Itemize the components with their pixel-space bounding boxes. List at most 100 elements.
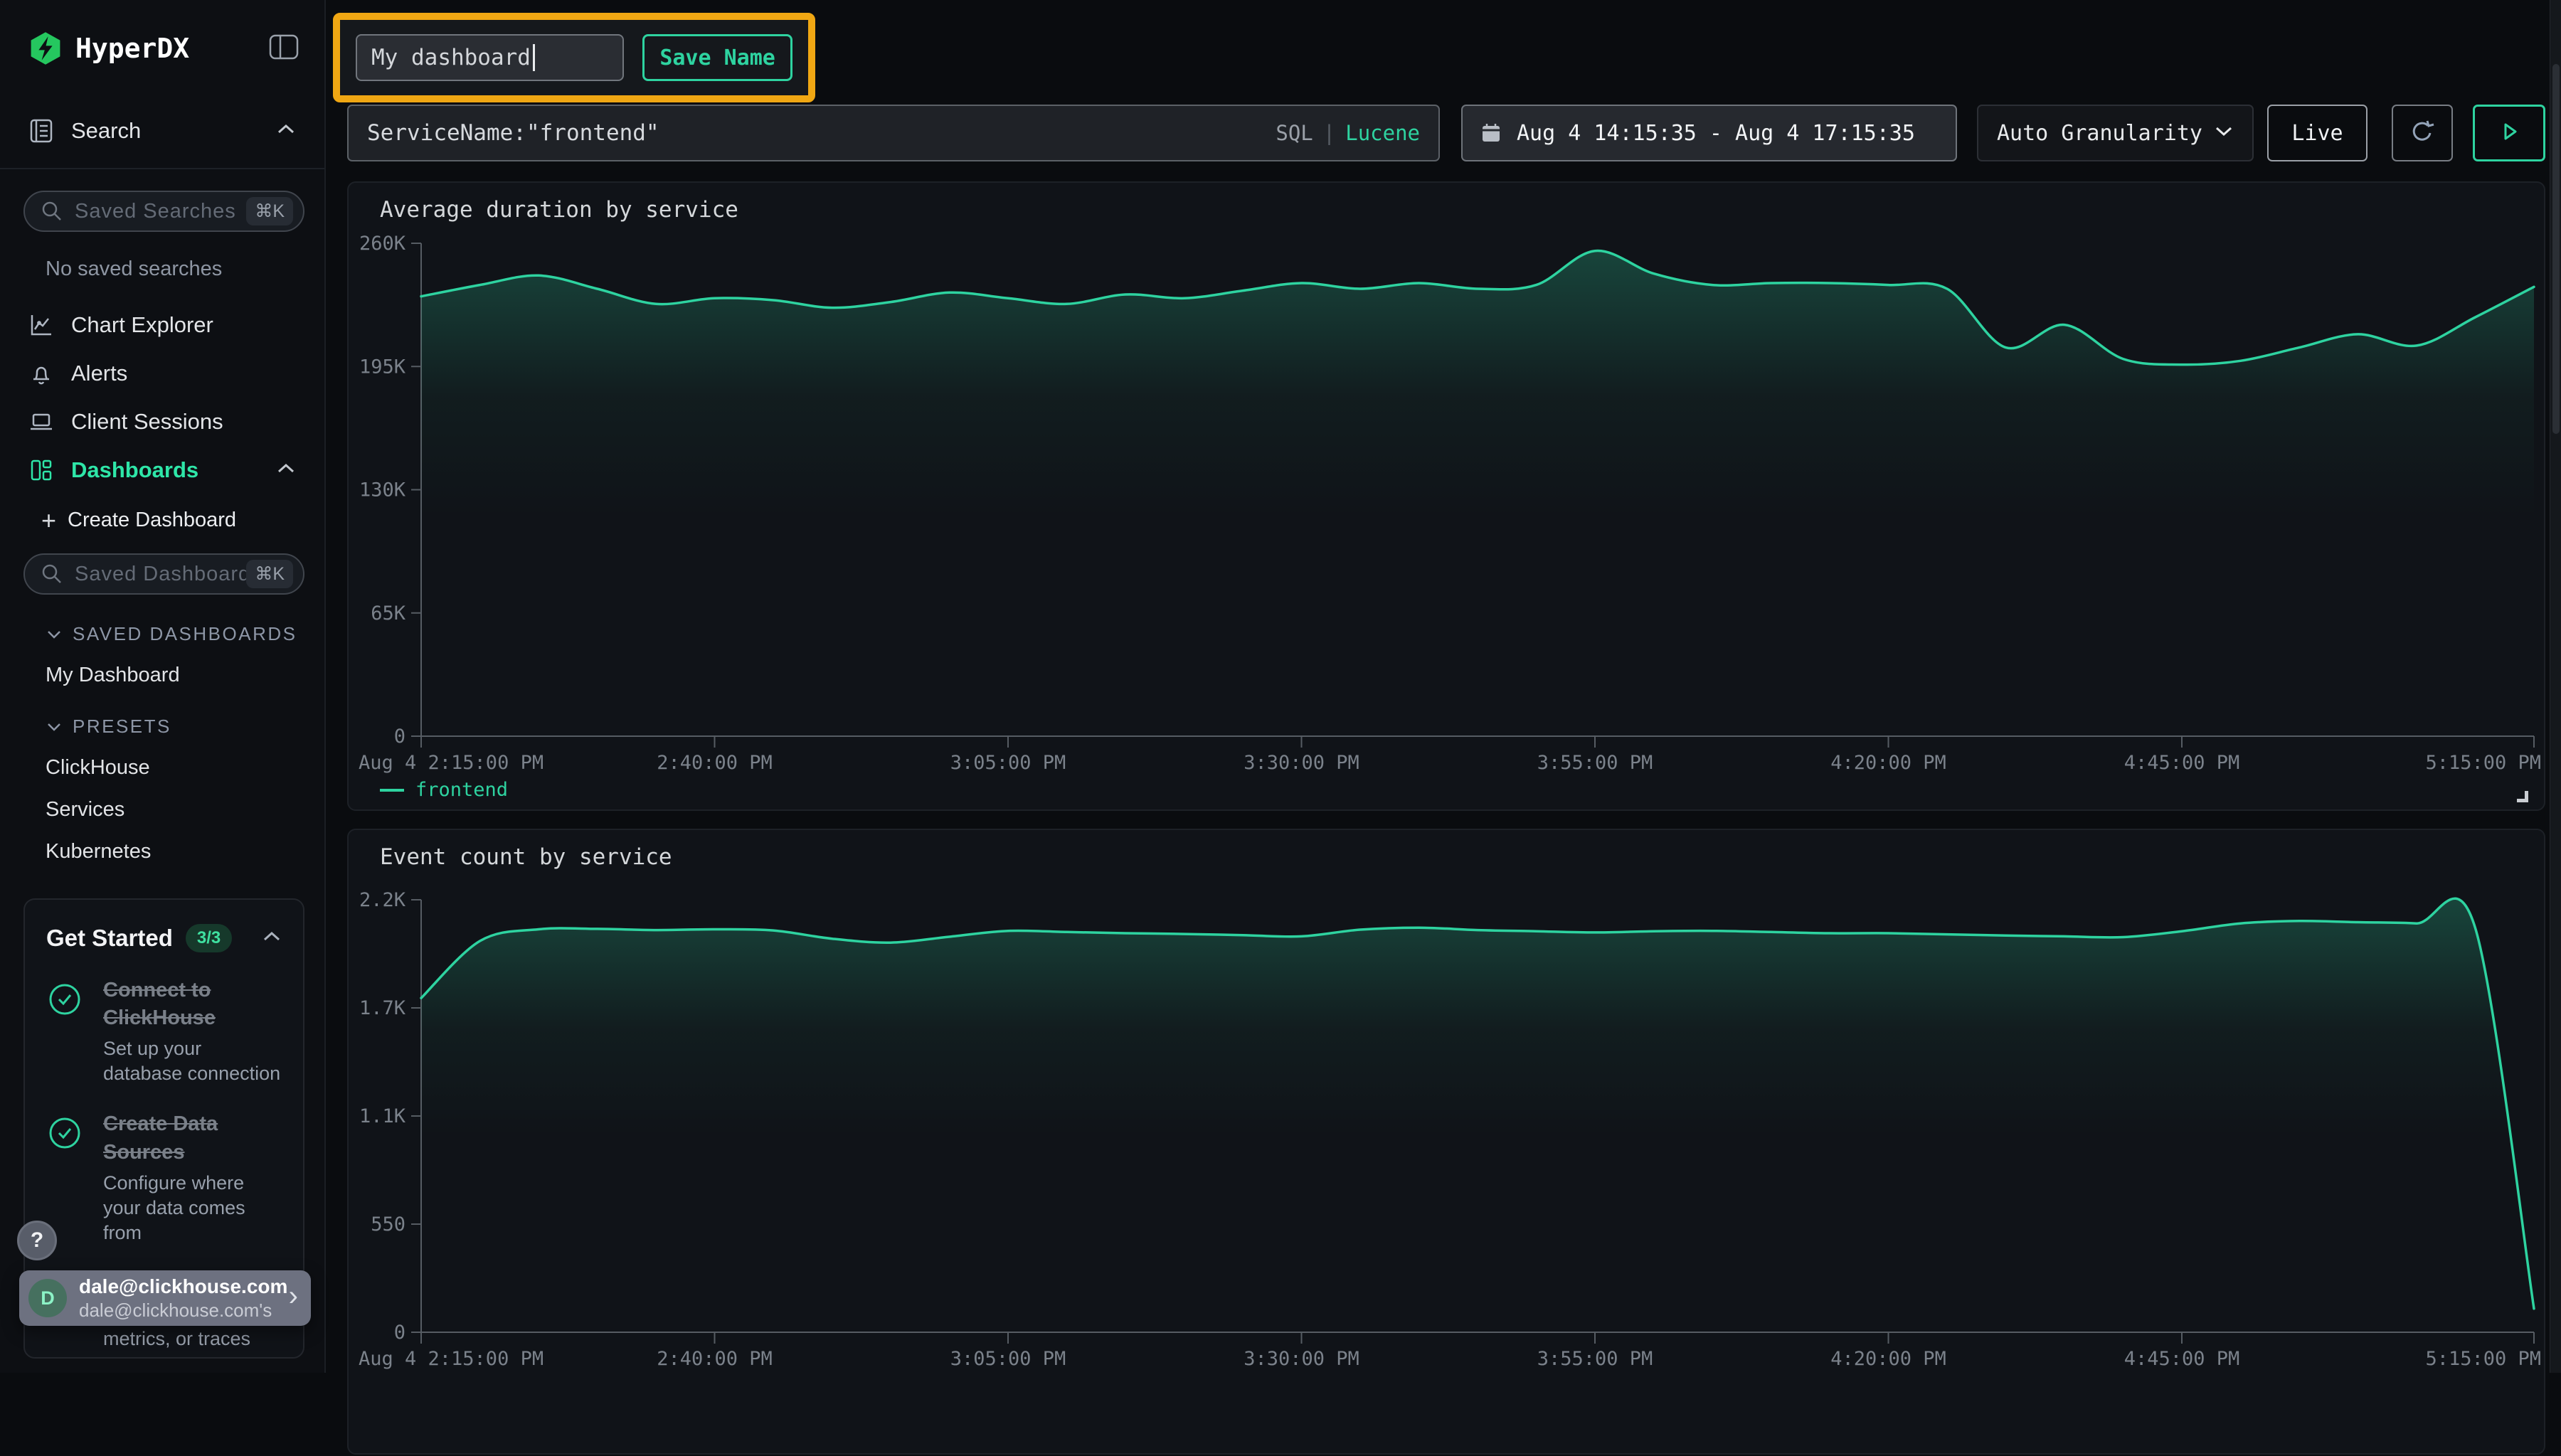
refresh-icon <box>2408 117 2437 149</box>
date-range-value: Aug 4 14:15:35 - Aug 4 17:15:35 <box>1517 121 1915 146</box>
y-tick-label: 130K <box>359 479 406 501</box>
chevron-right-icon: › <box>289 1282 298 1314</box>
preset-item-clickhouse[interactable]: ClickHouse <box>0 756 324 780</box>
panel-resize-handle-icon[interactable] <box>2517 791 2528 802</box>
saved-searches-input[interactable]: Saved Searches ⌘K <box>23 191 304 232</box>
chevron-up-icon[interactable] <box>262 930 282 947</box>
lucene-mode-toggle[interactable]: Lucene <box>1345 121 1420 145</box>
granularity-select[interactable]: Auto Granularity <box>1977 105 2254 161</box>
x-tick-label: 3:30:00 PM <box>1244 752 1359 774</box>
chart-panel-event-count: Event count by service 05501.1K1.7K2.2KA… <box>347 829 2545 1455</box>
x-tick-label: 2:40:00 PM <box>657 752 773 774</box>
magnifier-icon <box>41 563 63 585</box>
get-started-item[interactable]: Connect to ClickHouse Set up your databa… <box>46 977 282 1086</box>
page-scrollbar[interactable] <box>2550 0 2561 1373</box>
sidebar-item-label: Alerts <box>71 361 296 386</box>
y-tick-label: 550 <box>371 1213 405 1236</box>
preset-item-kubernetes[interactable]: Kubernetes <box>0 840 324 863</box>
logo-row: HyperDX <box>0 0 324 65</box>
search-section-icon <box>28 118 57 144</box>
create-dashboard-button[interactable]: + Create Dashboard <box>0 509 324 532</box>
sidebar-item-label: Chart Explorer <box>71 312 296 338</box>
x-tick-label: 4:45:00 PM <box>2124 1348 2240 1370</box>
app-title: HyperDX <box>75 33 269 64</box>
chevron-up-icon[interactable] <box>276 462 296 479</box>
main-content: My dashboard Save Name ServiceName:"fron… <box>327 0 2561 1373</box>
x-tick-label: 3:55:00 PM <box>1537 752 1653 774</box>
x-tick-label: 5:15:00 PM <box>2425 1348 2541 1370</box>
help-button[interactable]: ? <box>17 1221 57 1260</box>
section-saved-dashboards[interactable]: SAVED DASHBOARDS <box>0 623 324 645</box>
x-tick-label: 3:55:00 PM <box>1537 1348 1653 1370</box>
preset-item-services[interactable]: Services <box>0 798 324 822</box>
task-title: Create Data Sources <box>103 1110 282 1166</box>
section-presets[interactable]: PRESETS <box>0 716 324 738</box>
controls-row: ServiceName:"frontend" SQL | Lucene Aug … <box>327 105 2561 161</box>
sidebar-item-dashboards[interactable]: Dashboards <box>0 452 324 489</box>
sidebar-item-label: Search <box>71 118 276 144</box>
sidebar-item-chart-explorer[interactable]: Chart Explorer <box>0 307 324 344</box>
sidebar-item-alerts[interactable]: Alerts <box>0 355 324 392</box>
avatar: D <box>28 1279 67 1317</box>
sidebar-collapse-icon[interactable] <box>269 34 299 63</box>
laptop-icon <box>28 409 57 435</box>
legend-swatch <box>380 789 404 792</box>
date-range-picker[interactable]: Aug 4 14:15:35 - Aug 4 17:15:35 <box>1461 105 1957 161</box>
sidebar: HyperDX Search Saved Searches ⌘K No sav <box>0 0 326 1373</box>
dashboard-name-input[interactable]: My dashboard <box>356 34 624 81</box>
query-text: ServiceName:"frontend" <box>367 120 1276 146</box>
account-subtitle: dale@clickhouse.com's <box>79 1300 289 1322</box>
save-name-button[interactable]: Save Name <box>642 34 792 81</box>
y-tick-label: 65K <box>371 602 406 625</box>
shortcut-badge: ⌘K <box>246 560 293 588</box>
x-tick-label: 4:20:00 PM <box>1830 752 1946 774</box>
saved-dashboard-item[interactable]: My Dashboard <box>0 664 324 687</box>
y-tick-label: 260K <box>359 233 406 255</box>
x-tick-label: 5:15:00 PM <box>2425 752 2541 774</box>
create-dashboard-label: Create Dashboard <box>68 509 236 532</box>
live-button[interactable]: Live <box>2267 105 2368 161</box>
plus-icon: + <box>41 511 56 531</box>
chevron-up-icon[interactable] <box>276 123 296 139</box>
chevron-down-icon <box>2214 125 2234 142</box>
no-saved-searches-text: No saved searches <box>0 257 324 281</box>
task-description: Set up your database connection <box>103 1036 282 1086</box>
refresh-button[interactable] <box>2392 105 2453 161</box>
saved-dashboards-input[interactable]: Saved Dashboards ⌘K <box>23 553 304 595</box>
get-started-progress-badge: 3/3 <box>186 924 232 952</box>
y-tick-label: 2.2K <box>359 889 406 911</box>
bell-icon <box>28 361 57 386</box>
text-caret <box>533 44 535 71</box>
live-label: Live <box>2291 121 2343 146</box>
hyperdx-logo-icon <box>28 31 63 65</box>
check-circle-icon <box>46 977 88 1086</box>
chart-legend[interactable]: frontend <box>380 779 508 801</box>
task-title: Connect to ClickHouse <box>103 977 282 1032</box>
get-started-item[interactable]: Create Data Sources Configure where your… <box>46 1110 282 1245</box>
y-tick-label: 1.7K <box>359 997 406 1019</box>
task-description: Configure where your data comes from <box>103 1171 282 1245</box>
granularity-value: Auto Granularity <box>1997 121 2214 146</box>
y-tick-label: 195K <box>359 356 406 378</box>
series-area-frontend <box>421 251 2534 736</box>
magnifier-icon <box>41 200 63 223</box>
x-tick-label: 3:05:00 PM <box>950 1348 1066 1370</box>
sql-mode-toggle[interactable]: SQL <box>1276 121 1313 145</box>
sidebar-item-search[interactable]: Search <box>0 112 324 149</box>
sidebar-divider <box>0 168 324 169</box>
sidebar-item-client-sessions[interactable]: Client Sessions <box>0 403 324 440</box>
saved-searches-placeholder: Saved Searches <box>75 200 246 223</box>
account-email: dale@clickhouse.com <box>79 1275 289 1298</box>
search-query-input[interactable]: ServiceName:"frontend" SQL | Lucene <box>347 105 1440 161</box>
x-tick-label: 4:20:00 PM <box>1830 1348 1946 1370</box>
shortcut-badge: ⌘K <box>246 197 293 225</box>
scrollbar-thumb[interactable] <box>2552 64 2560 434</box>
dashboards-grid-icon <box>28 457 57 483</box>
dashboard-name-value: My dashboard <box>371 45 531 70</box>
get-started-title: Get Started <box>46 925 173 952</box>
account-card[interactable]: D dale@clickhouse.com dale@clickhouse.co… <box>19 1270 311 1326</box>
x-tick-label: Aug 4 2:15:00 PM <box>359 752 544 774</box>
chart-explorer-icon <box>28 312 57 338</box>
run-query-button[interactable] <box>2473 105 2545 161</box>
chart-panel-avg-duration: Average duration by service 065K130K195K… <box>347 181 2545 811</box>
